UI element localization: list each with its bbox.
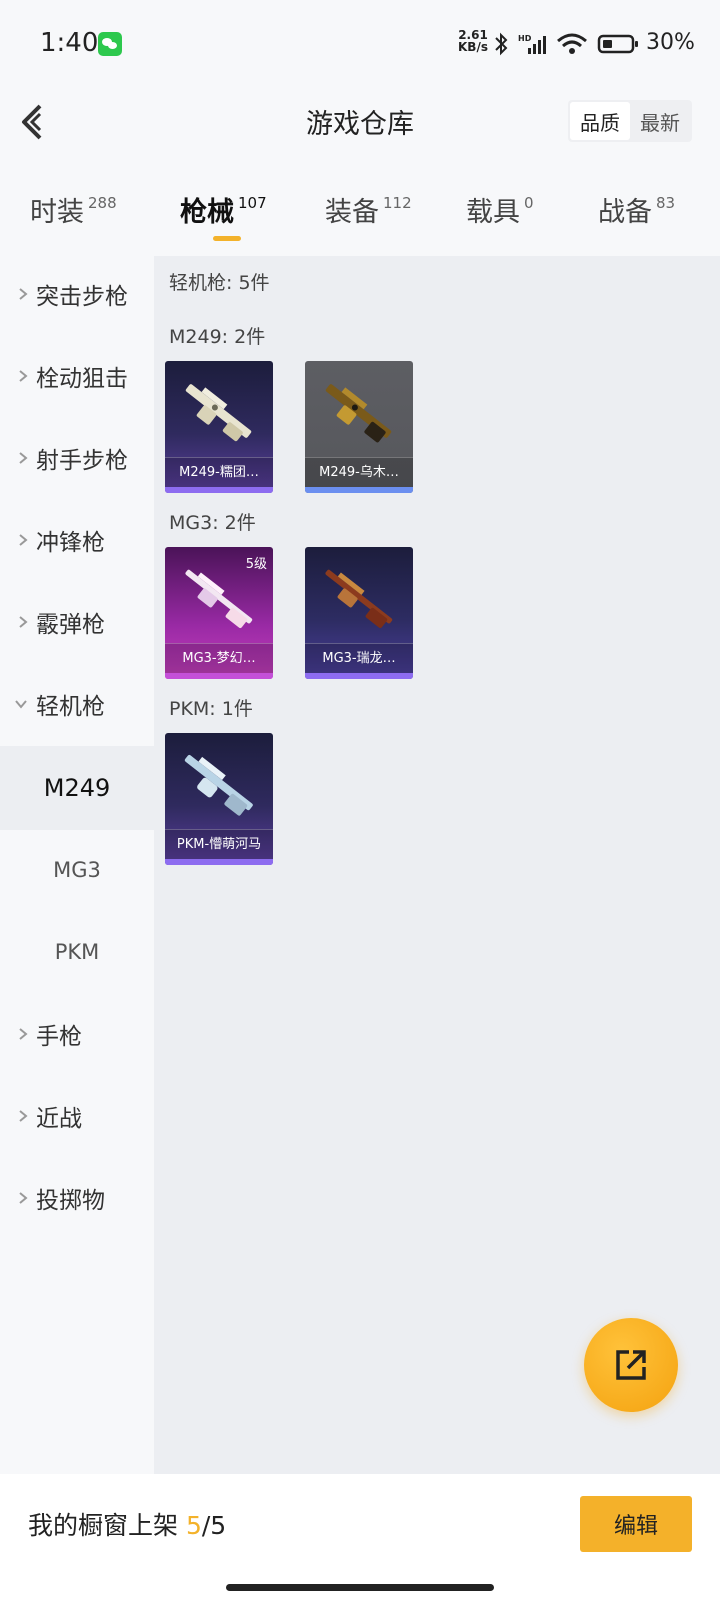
bluetooth-icon: [495, 32, 508, 56]
lmg-skin-icon: [185, 384, 252, 442]
sidebar-item-marksman-rifle[interactable]: 射手步枪: [0, 416, 154, 500]
chevron-down-icon: [0, 699, 36, 709]
rarity-bar: [305, 673, 413, 679]
showcase-count: 5: [185, 1511, 202, 1540]
item-grid-panel: 轻机枪: 5件 M249: 2件 M249-糯团… M249-乌木… MG3: …: [154, 256, 720, 1474]
sidebar-subitem-m249[interactable]: M249: [0, 746, 154, 830]
share-button[interactable]: [584, 1318, 678, 1412]
tab-firearms[interactable]: 枪械 107: [180, 190, 267, 229]
lmg-skin-icon: [325, 569, 393, 629]
bottom-bar: 我的橱窗上架 5/5 编辑: [0, 1474, 720, 1600]
item-card[interactable]: M249-乌木…: [305, 361, 413, 493]
chevron-right-icon: [0, 451, 36, 465]
chevron-right-icon: [0, 287, 36, 301]
sidebar-item-pistol[interactable]: 手枪: [0, 992, 154, 1076]
chevron-right-icon: [0, 1191, 36, 1205]
tab-vehicles[interactable]: 载具 0: [466, 190, 534, 229]
lmg-skin-icon: [325, 384, 392, 443]
chevron-right-icon: [0, 369, 36, 383]
tab-equipment[interactable]: 装备 112: [325, 190, 412, 229]
item-level: 5级: [245, 557, 267, 572]
wechat-notification-icon: [98, 32, 122, 56]
tab-fashion[interactable]: 时装 288: [30, 190, 117, 229]
home-indicator[interactable]: [226, 1584, 494, 1591]
item-card[interactable]: M249-糯团…: [165, 361, 273, 493]
active-tab-indicator: [213, 236, 241, 241]
svg-text:HD: HD: [518, 34, 532, 43]
chevron-right-icon: [0, 615, 36, 629]
lmg-skin-icon: [184, 755, 253, 816]
category-summary: 轻机枪: 5件: [169, 272, 270, 294]
status-bar: 1:40 2.61 KB/s HD 30%: [0, 0, 720, 88]
item-card[interactable]: PKM-懵萌河马: [165, 733, 273, 865]
system-icons: HD: [494, 30, 640, 58]
tab-supplies[interactable]: 战备 83: [598, 190, 675, 229]
sidebar-item-bolt-sniper[interactable]: 栓动狙击: [0, 334, 154, 418]
header: 游戏仓库 品质 最新: [0, 88, 720, 168]
rarity-bar: [165, 673, 273, 679]
share-icon: [616, 1350, 646, 1380]
chevron-right-icon: [0, 1109, 36, 1123]
item-card[interactable]: 5级 MG3-梦幻…: [165, 547, 273, 679]
battery-icon: [597, 34, 638, 54]
showcase-total: /5: [201, 1511, 227, 1540]
group-title-pkm: PKM: 1件: [169, 698, 253, 720]
network-speed: 2.61 KB/s: [458, 28, 488, 54]
sidebar-item-shotgun[interactable]: 霰弹枪: [0, 580, 154, 664]
sort-quality-button[interactable]: 品质: [570, 102, 630, 140]
category-tabs: 时装 288 枪械 107 装备 112 载具 0 战备 83: [0, 190, 720, 250]
sidebar-subitem-mg3[interactable]: MG3: [0, 828, 154, 912]
battery-percent: 30%: [646, 30, 695, 55]
group-title-mg3: MG3: 2件: [169, 512, 256, 534]
status-time: 1:40: [40, 28, 99, 58]
chevron-right-icon: [0, 533, 36, 547]
sidebar: 突击步枪 栓动狙击 射手步枪 冲锋枪 霰弹枪 轻机枪 M249 MG3 PKM …: [0, 256, 154, 1474]
sort-toggle: 品质 最新: [568, 100, 692, 142]
item-card[interactable]: MG3-瑞龙…: [305, 547, 413, 679]
wifi-icon: [557, 33, 587, 54]
rarity-bar: [305, 487, 413, 493]
sidebar-item-smg[interactable]: 冲锋枪: [0, 498, 154, 582]
sidebar-subitem-pkm[interactable]: PKM: [0, 910, 154, 994]
edit-button[interactable]: 编辑: [580, 1496, 692, 1552]
group-title-m249: M249: 2件: [169, 326, 266, 348]
rarity-bar: [165, 859, 273, 865]
sidebar-item-throwables[interactable]: 投掷物: [0, 1156, 154, 1240]
rarity-bar: [165, 487, 273, 493]
signal-icon: HD: [518, 34, 546, 54]
sidebar-item-melee[interactable]: 近战: [0, 1074, 154, 1158]
sidebar-item-assault-rifle[interactable]: 突击步枪: [0, 252, 154, 336]
sort-newest-button[interactable]: 最新: [630, 102, 690, 140]
chevron-right-icon: [0, 1027, 36, 1041]
showcase-status: 我的橱窗上架 5/5: [28, 1511, 227, 1540]
sidebar-item-lmg[interactable]: 轻机枪: [0, 662, 154, 746]
